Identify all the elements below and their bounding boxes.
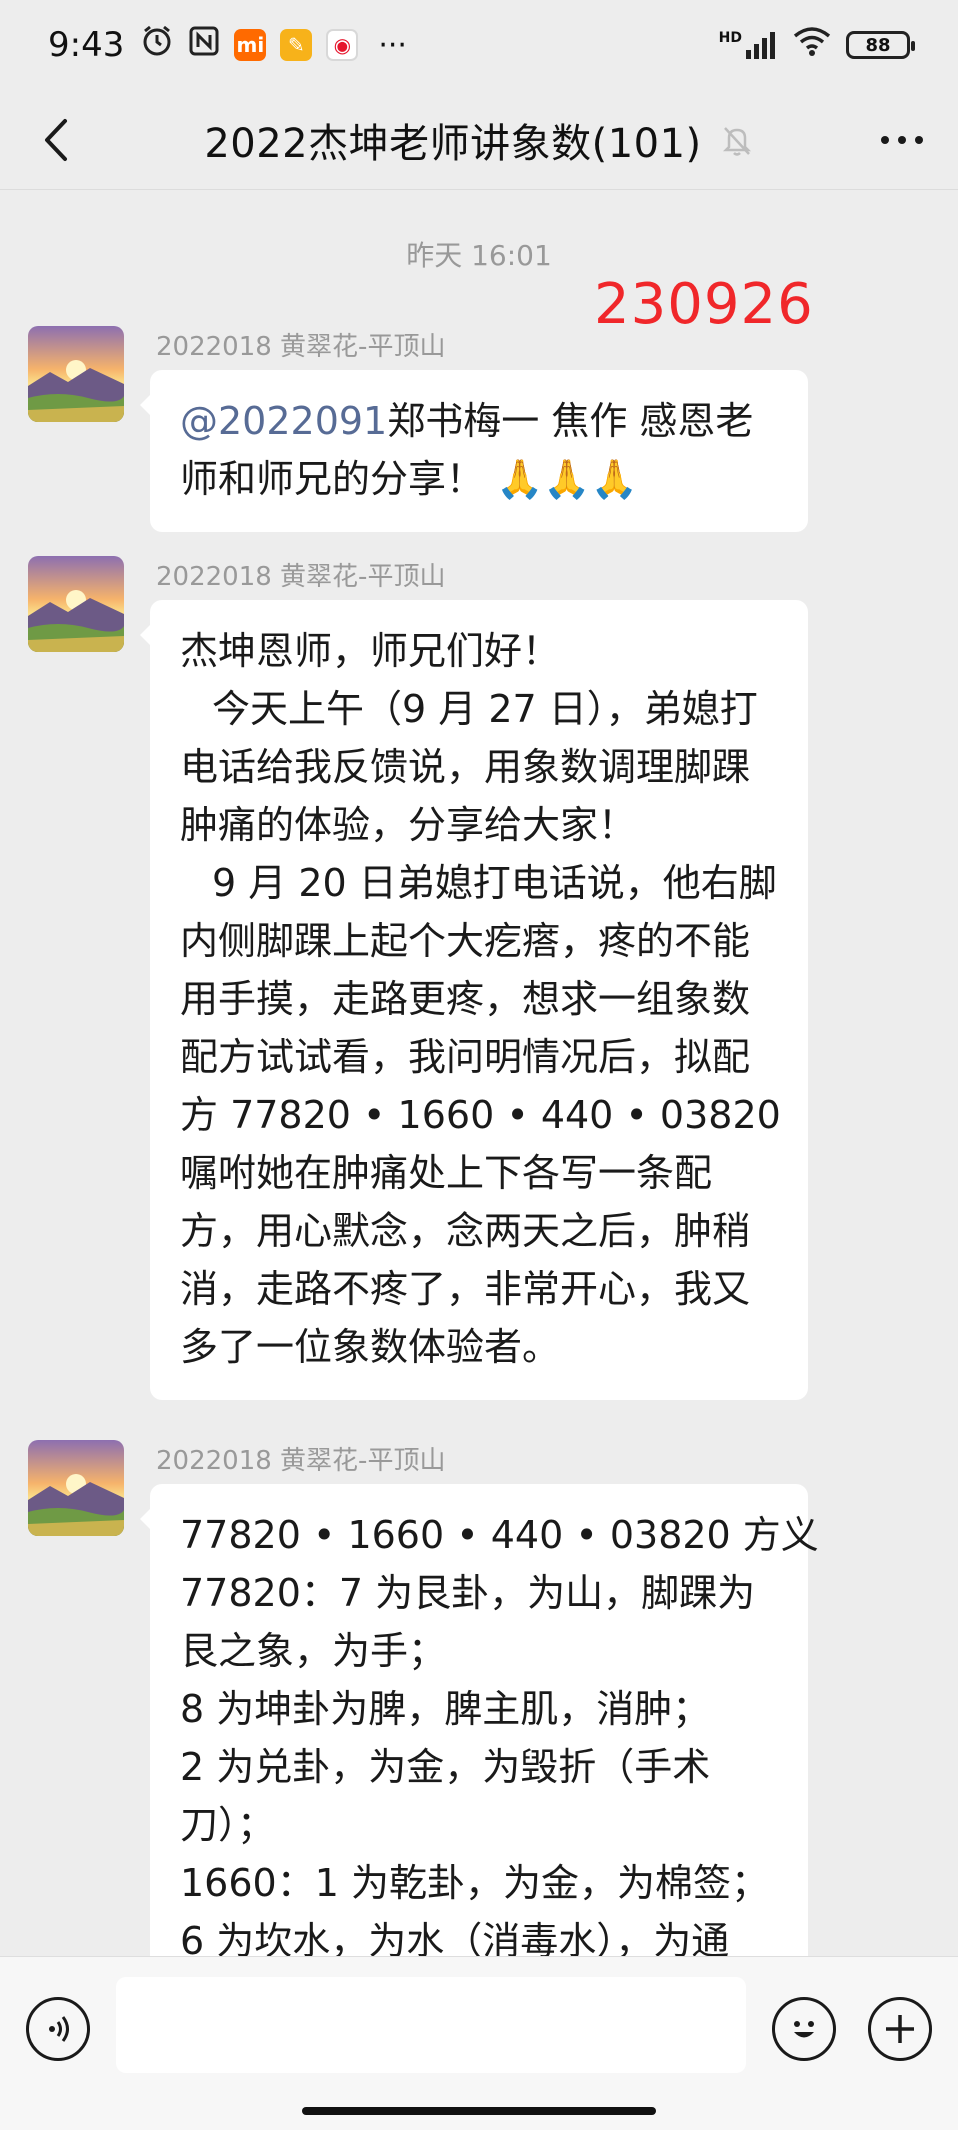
more-dots-icon bbox=[881, 136, 923, 144]
plus-icon bbox=[886, 2015, 914, 2043]
message-line: 艮之象，为手； bbox=[180, 1629, 447, 1673]
status-bar: 9:43 mi ✎ ◉ ··· HD 88 bbox=[0, 0, 958, 90]
message-line: 77820：7 为艮卦，为山，脚踝为 bbox=[180, 1571, 756, 1615]
sender-name: 2022018 黄翠花-平顶山 bbox=[156, 562, 446, 592]
message-line: 2 为兑卦，为金，为毁折（手术 bbox=[180, 1745, 711, 1789]
status-time: 9:43 bbox=[48, 25, 125, 65]
nfc-icon bbox=[188, 25, 220, 66]
voice-input-button[interactable] bbox=[26, 1997, 90, 2061]
message-bubble[interactable]: 杰坤恩师，师兄们好！ 今天上午（9 月 27 日），弟媳打 电话给我反馈说，用象… bbox=[140, 600, 808, 1400]
message-item: 2022018 黄翠花-平顶山 杰坤恩师，师兄们好！ 今天上午（9 月 27 日… bbox=[28, 556, 828, 1416]
message-line: 师和师兄的分享！ 🙏🙏🙏 bbox=[180, 457, 639, 501]
status-right: HD 88 bbox=[719, 25, 915, 66]
message-line: 消，走路不疼了，非常开心，我又 bbox=[180, 1267, 751, 1311]
emoji-button[interactable] bbox=[772, 1997, 836, 2061]
message-line: 1660：1 为乾卦，为金，为棉签； bbox=[180, 1861, 769, 1905]
message-line: 9 月 20 日弟媳打电话说，他右脚 bbox=[212, 861, 777, 905]
message-line: 电话给我反馈说，用象数调理脚踝 bbox=[180, 745, 751, 789]
avatar[interactable] bbox=[28, 1440, 124, 1536]
message-text: 郑书梅一 焦作 感恩老 bbox=[387, 399, 754, 443]
avatar[interactable] bbox=[28, 326, 124, 422]
mi-app-icon: mi bbox=[234, 29, 267, 61]
more-options-button[interactable] bbox=[874, 112, 930, 168]
sender-name: 2022018 黄翠花-平顶山 bbox=[156, 1446, 446, 1476]
message-input[interactable] bbox=[116, 1977, 746, 2073]
battery-level: 88 bbox=[865, 34, 891, 56]
message-line: 今天上午（9 月 27 日），弟媳打 bbox=[212, 687, 758, 731]
signal-icon: HD bbox=[719, 30, 778, 60]
mute-bell-icon bbox=[720, 123, 754, 157]
message-line: 6 为坎水，为水（消毒水），为通 bbox=[180, 1919, 730, 1956]
more-actions-button[interactable] bbox=[868, 1997, 932, 2061]
message-line: 杰坤恩师，师兄们好！ bbox=[180, 629, 561, 673]
more-notifications-icon: ··· bbox=[378, 27, 407, 63]
message-item: 2022018 黄翠花-平顶山 77820 • 1660 • 440 • 038… bbox=[28, 1440, 828, 1956]
avatar[interactable] bbox=[28, 556, 124, 652]
wifi-icon bbox=[792, 25, 832, 66]
weibo-app-icon: ◉ bbox=[326, 29, 359, 61]
chevron-left-icon bbox=[45, 119, 67, 161]
message-line: 用手摸，走路更疼，想求一组象数 bbox=[180, 977, 751, 1021]
message-line: 8 为坤卦为脾，脾主肌，消肿； bbox=[180, 1687, 711, 1731]
message-line: 多了一位象数体验者。 bbox=[180, 1325, 561, 1369]
alarm-icon bbox=[140, 24, 174, 67]
home-indicator[interactable] bbox=[302, 2107, 656, 2115]
message-line: 77820 • 1660 • 440 • 03820 方义 bbox=[180, 1513, 819, 1557]
message-line: 方，用心默念，念两天之后，肿稍 bbox=[180, 1209, 751, 1253]
message-line: 嘱咐她在肿痛处上下各写一条配 bbox=[180, 1151, 713, 1195]
status-icons: mi ✎ ◉ ··· bbox=[140, 24, 407, 67]
chat-message-list[interactable]: 昨天 16:01 230926 2022018 黄翠花-平顶山 @2022091… bbox=[0, 190, 958, 1956]
message-line: 方 77820 • 1660 • 440 • 03820 bbox=[180, 1093, 781, 1137]
message-line: 肿痛的体验，分享给大家！ bbox=[180, 803, 637, 847]
mention-link[interactable]: @2022091 bbox=[180, 399, 387, 443]
message-timestamp: 昨天 16:01 bbox=[406, 239, 552, 272]
input-bar bbox=[0, 1956, 958, 2130]
message-item: 2022018 黄翠花-平顶山 @2022091郑书梅一 焦作 感恩老 师和师兄… bbox=[28, 326, 828, 536]
message-bubble[interactable]: @2022091郑书梅一 焦作 感恩老 师和师兄的分享！ 🙏🙏🙏 bbox=[140, 370, 808, 532]
message-line: @2022091郑书梅一 焦作 感恩老 bbox=[180, 392, 782, 450]
message-line: 配方试试看，我问明情况后，拟配 bbox=[180, 1035, 751, 1079]
smiley-icon bbox=[794, 2021, 814, 2038]
sender-name: 2022018 黄翠花-平顶山 bbox=[156, 332, 446, 362]
message-bubble[interactable]: 77820 • 1660 • 440 • 03820 方义 77820：7 为艮… bbox=[140, 1484, 819, 1956]
chat-header: 2022杰坤老师讲象数(101) bbox=[0, 90, 958, 190]
battery-icon: 88 bbox=[846, 31, 915, 59]
message-line: 内侧脚踝上起个大疙瘩，疼的不能 bbox=[180, 919, 751, 963]
chat-title: 2022杰坤老师讲象数(101) bbox=[204, 120, 702, 167]
back-button[interactable] bbox=[28, 112, 84, 168]
message-line: 刀）； bbox=[180, 1803, 276, 1847]
notes-app-icon: ✎ bbox=[280, 29, 313, 61]
voice-icon bbox=[49, 2016, 69, 2042]
network-type: HD bbox=[718, 30, 742, 46]
